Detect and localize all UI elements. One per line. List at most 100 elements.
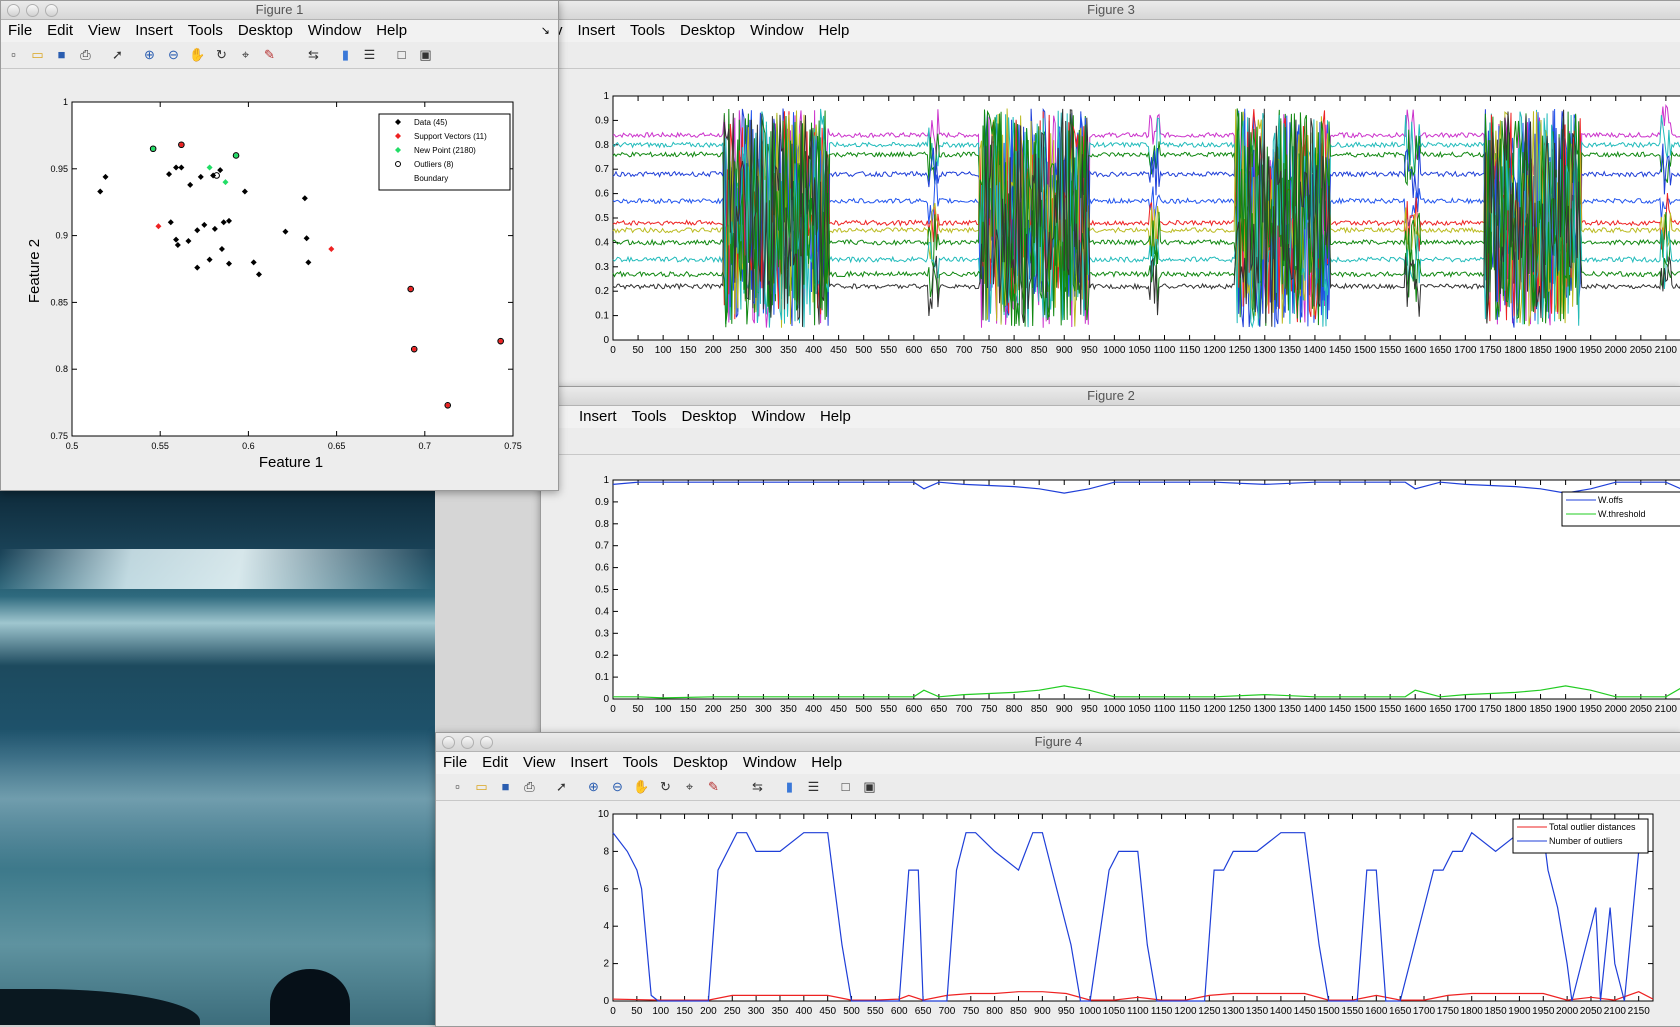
- y-tick-label: 1: [63, 97, 68, 107]
- figure-1-titlebar[interactable]: Figure 1: [1, 1, 558, 20]
- print-icon[interactable]: ⎙: [77, 46, 94, 63]
- x-tick-label: 1500: [1354, 704, 1377, 715]
- menu-help[interactable]: Help: [369, 20, 415, 42]
- menu-window[interactable]: Window: [301, 20, 369, 42]
- menu-file[interactable]: File: [436, 752, 475, 774]
- figure-3-window[interactable]: Figure 3 vInsertToolsDesktopWindowHelp 0…: [540, 0, 1680, 387]
- brush-icon[interactable]: ✎: [705, 778, 722, 795]
- show-plot-tools-icon[interactable]: ▣: [861, 778, 878, 795]
- figure-4-chart[interactable]: 0501001502002503003504004505005506006507…: [436, 801, 1680, 1026]
- menu-help[interactable]: Help: [811, 20, 857, 42]
- figure-4-window[interactable]: Figure 4 FileEditViewInsertToolsDesktopW…: [435, 732, 1680, 1027]
- pointer-icon[interactable]: ➚: [109, 46, 126, 63]
- figure-2-window[interactable]: Figure 2 InsertToolsDesktopWindowHelp 05…: [540, 386, 1680, 733]
- y-tick-label: 0.3: [595, 628, 609, 639]
- figure-3-chart[interactable]: 0501001502002503003504004505005506006507…: [541, 69, 1680, 386]
- open-folder-icon[interactable]: ▭: [473, 778, 490, 795]
- zoom-out-icon[interactable]: ⊖: [609, 778, 626, 795]
- minimize-button[interactable]: [26, 4, 39, 17]
- menu-view[interactable]: View: [516, 752, 563, 774]
- data-cursor-icon[interactable]: ⌖: [237, 46, 254, 63]
- save-icon[interactable]: ■: [497, 778, 514, 795]
- x-tick-label: 1550: [1379, 704, 1402, 715]
- x-tick-label: 2050: [1580, 1006, 1603, 1017]
- y-tick-label: 2: [603, 959, 609, 970]
- menu-view[interactable]: View: [81, 20, 128, 42]
- menu-tools[interactable]: Tools: [616, 752, 666, 774]
- menu-tools[interactable]: Tools: [623, 20, 673, 42]
- print-icon[interactable]: ⎙: [521, 778, 538, 795]
- x-tick-label: 800: [986, 1006, 1003, 1017]
- figure-2-chart[interactable]: 0501001502002503003504004505005506006507…: [541, 455, 1680, 732]
- x-tick-label: 550: [880, 345, 897, 356]
- menu-help[interactable]: Help: [804, 752, 850, 774]
- menu-insert[interactable]: Insert: [128, 20, 181, 42]
- figure-1-chart[interactable]: 0.50.550.60.650.70.750.750.80.850.90.951…: [1, 69, 558, 490]
- menu-window[interactable]: Window: [736, 752, 804, 774]
- legend-icon[interactable]: ☰: [361, 46, 378, 63]
- menu-tools[interactable]: Tools: [625, 406, 675, 428]
- menu-edit[interactable]: Edit: [475, 752, 516, 774]
- menu-desktop[interactable]: Desktop: [675, 406, 745, 428]
- menu-insert[interactable]: Insert: [563, 752, 616, 774]
- zoom-button[interactable]: [45, 4, 58, 17]
- pan-hand-icon[interactable]: ✋: [189, 46, 206, 63]
- figure-4-titlebar[interactable]: Figure 4: [436, 733, 1680, 752]
- save-icon[interactable]: ■: [53, 46, 70, 63]
- x-axis-label: Feature 1: [259, 454, 323, 471]
- open-folder-icon[interactable]: ▭: [29, 46, 46, 63]
- x-tick-label: 550: [880, 704, 897, 715]
- legend-label: Support Vectors (11): [414, 132, 487, 141]
- rotate-3d-icon[interactable]: ↻: [213, 46, 230, 63]
- menu-tools[interactable]: Tools: [181, 20, 231, 42]
- x-tick-label: 850: [1010, 1006, 1027, 1017]
- menu-window[interactable]: Window: [743, 20, 811, 42]
- new-file-icon[interactable]: ▫: [449, 778, 466, 795]
- zoom-button[interactable]: [480, 736, 493, 749]
- menu-file[interactable]: File: [1, 20, 40, 42]
- data-cursor-icon[interactable]: ⌖: [681, 778, 698, 795]
- y-tick-label: 0.2: [595, 286, 609, 297]
- legend-label: Data (45): [414, 118, 448, 127]
- minimize-button[interactable]: [461, 736, 474, 749]
- zoom-in-icon[interactable]: ⊕: [585, 778, 602, 795]
- zoom-in-icon[interactable]: ⊕: [141, 46, 158, 63]
- figure-2-titlebar[interactable]: Figure 2: [541, 387, 1680, 406]
- hide-plot-tools-icon[interactable]: □: [837, 778, 854, 795]
- y-tick-label: 10: [598, 809, 610, 820]
- x-tick-label: 1450: [1329, 704, 1352, 715]
- brush-icon[interactable]: ✎: [261, 46, 278, 63]
- colorbar-icon[interactable]: ▮: [781, 778, 798, 795]
- zoom-out-icon[interactable]: ⊖: [165, 46, 182, 63]
- close-button[interactable]: [7, 4, 20, 17]
- menu-insert[interactable]: Insert: [571, 20, 624, 42]
- x-tick-label: 1000: [1103, 345, 1126, 356]
- pointer-icon[interactable]: ➚: [553, 778, 570, 795]
- menu-edit[interactable]: Edit: [40, 20, 81, 42]
- y-tick-label: 0.6: [595, 189, 609, 200]
- dock-arrow-icon[interactable]: ↘: [534, 20, 558, 42]
- new-file-icon[interactable]: ▫: [5, 46, 22, 63]
- x-tick-label: 1800: [1504, 704, 1527, 715]
- y-tick-label: 0.9: [55, 231, 68, 241]
- menu-window[interactable]: Window: [745, 406, 813, 428]
- menu-desktop[interactable]: Desktop: [673, 20, 743, 42]
- rotate-3d-icon[interactable]: ↻: [657, 778, 674, 795]
- close-button[interactable]: [442, 736, 455, 749]
- legend-icon[interactable]: ☰: [805, 778, 822, 795]
- figure-1-window[interactable]: Figure 1 FileEditViewInsertToolsDesktopW…: [0, 0, 559, 491]
- x-tick-label: 950: [1081, 345, 1098, 356]
- hide-plot-tools-icon[interactable]: □: [393, 46, 410, 63]
- pan-hand-icon[interactable]: ✋: [633, 778, 650, 795]
- menu-desktop[interactable]: Desktop: [666, 752, 736, 774]
- menu-help[interactable]: Help: [813, 406, 859, 428]
- legend-label: Total outlier distances: [1549, 822, 1636, 832]
- link-plot-icon[interactable]: ⇆: [749, 778, 766, 795]
- x-tick-label: 1250: [1229, 345, 1252, 356]
- menu-desktop[interactable]: Desktop: [231, 20, 301, 42]
- y-tick-label: 0: [603, 996, 609, 1007]
- link-plot-icon[interactable]: ⇆: [305, 46, 322, 63]
- figure-3-titlebar[interactable]: Figure 3: [541, 1, 1680, 20]
- show-plot-tools-icon[interactable]: ▣: [417, 46, 434, 63]
- colorbar-icon[interactable]: ▮: [337, 46, 354, 63]
